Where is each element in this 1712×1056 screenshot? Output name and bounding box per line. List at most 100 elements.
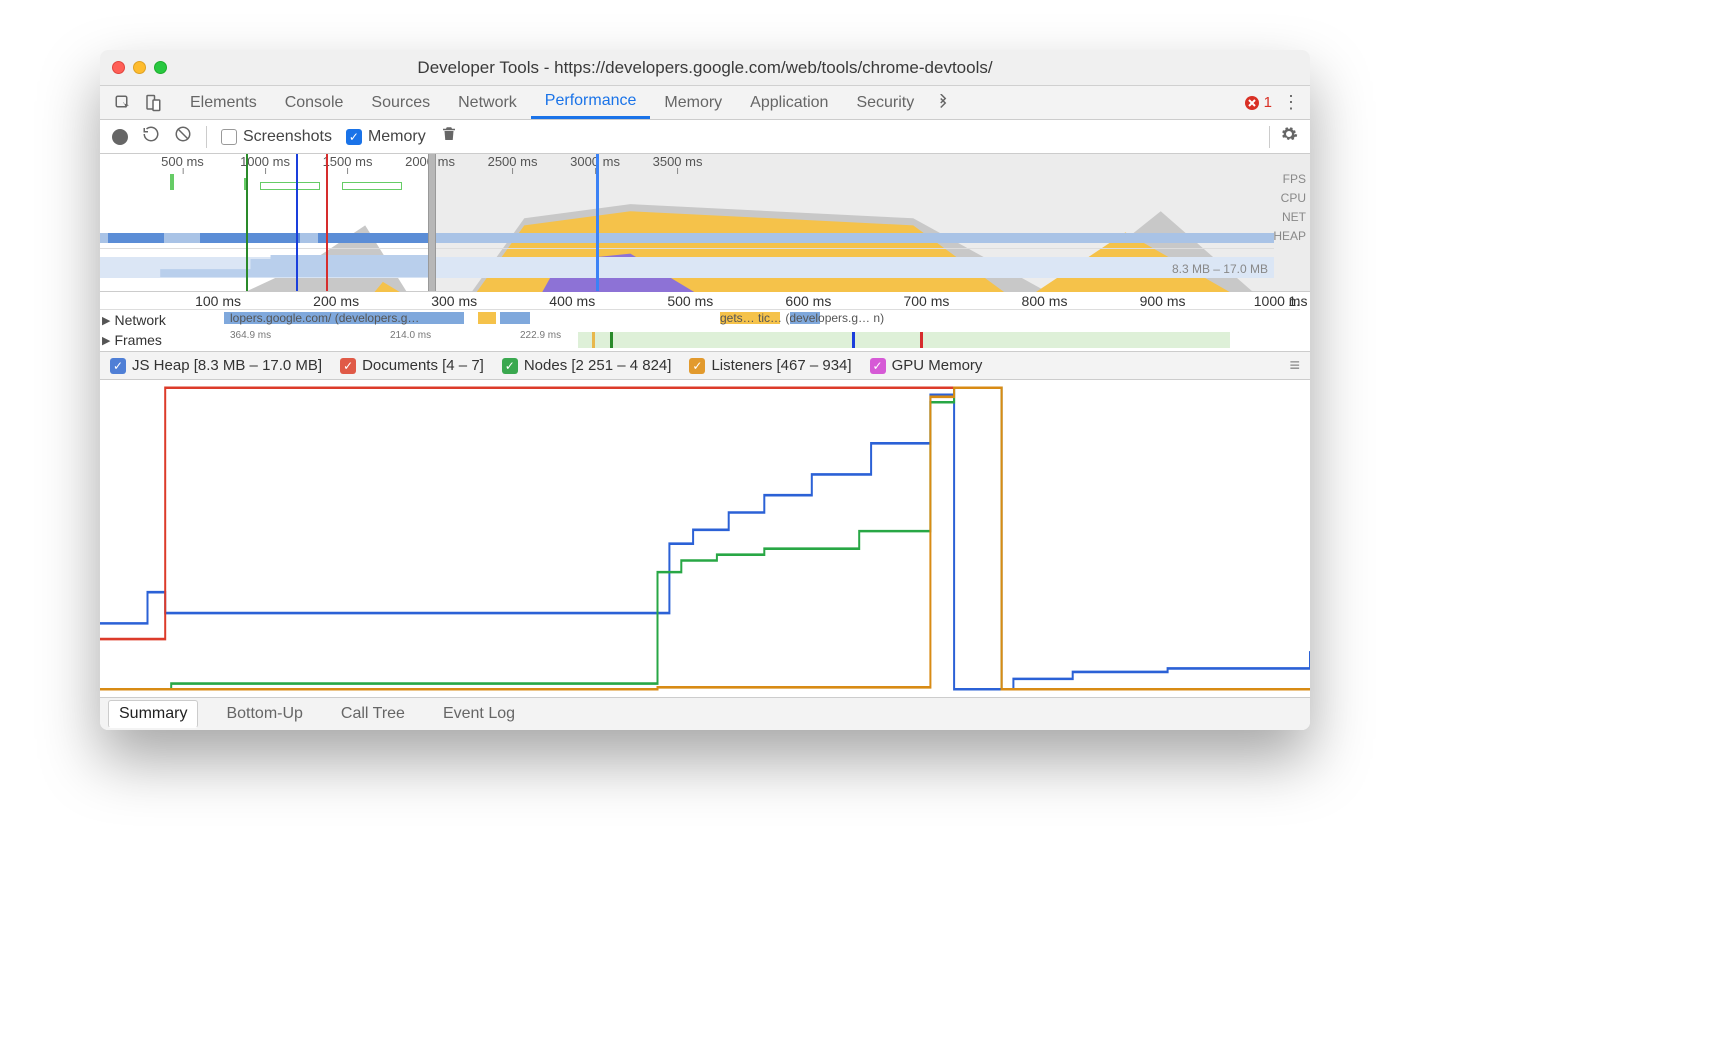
tab-label: Memory: [664, 94, 722, 112]
divider: [206, 126, 207, 148]
window-close-button[interactable]: [112, 61, 125, 74]
detail-tick: 500 ms: [667, 293, 713, 309]
overview-ruler: 500 ms1000 ms1500 ms2000 ms2500 ms3000 m…: [100, 154, 1274, 170]
tab-call-tree[interactable]: Call Tree: [331, 701, 415, 727]
detail-tick: 400 ms: [549, 293, 595, 309]
traffic-lights: [112, 61, 167, 74]
overview-marker-red: [326, 154, 328, 291]
screenshots-label: Screenshots: [243, 128, 332, 146]
btab-label: Event Log: [443, 705, 515, 722]
overview-row-labels: FPS CPU NET HEAP: [1273, 172, 1306, 243]
detail-tick: 800 ms: [1022, 293, 1068, 309]
frame-time: 364.9 ms: [230, 330, 271, 341]
details-tabs: Summary Bottom-Up Call Tree Event Log: [100, 698, 1310, 730]
tab-elements[interactable]: Elements: [176, 86, 271, 119]
checkbox-checked-icon: ✓: [346, 129, 362, 145]
clear-button[interactable]: [174, 125, 192, 148]
memory-series-line: [100, 388, 1310, 689]
tab-console[interactable]: Console: [271, 86, 358, 119]
frame-time: 222.9 ms: [520, 330, 561, 341]
tab-label: Console: [285, 94, 344, 112]
screenshots-toggle[interactable]: Screenshots: [221, 128, 332, 146]
window-zoom-button[interactable]: [154, 61, 167, 74]
tab-label: Application: [750, 94, 828, 112]
error-count-badge[interactable]: 1: [1244, 94, 1272, 111]
memory-toggle[interactable]: ✓ Memory: [346, 128, 426, 146]
record-button[interactable]: [112, 129, 128, 145]
tab-performance[interactable]: Performance: [531, 86, 651, 119]
flamechart-header[interactable]: 100 ms200 ms300 ms400 ms500 ms600 ms700 …: [100, 292, 1310, 352]
tab-event-log[interactable]: Event Log: [433, 701, 525, 727]
inspect-element-icon[interactable]: [114, 94, 132, 112]
overview-marker-green: [246, 154, 248, 291]
devtools-window: Developer Tools - https://developers.goo…: [100, 50, 1310, 730]
reload-record-button[interactable]: [142, 125, 160, 148]
overview-tick: 3500 ms: [653, 154, 703, 169]
memory-legend: JS Heap [8.3 MB – 17.0 MB] Documents [4 …: [100, 352, 1310, 380]
cpu-label: CPU: [1273, 191, 1306, 205]
frame-marker: [920, 332, 923, 348]
tab-label: Performance: [545, 92, 637, 110]
overview-tick: 1500 ms: [323, 154, 373, 169]
error-count: 1: [1264, 94, 1272, 111]
net-label: NET: [1273, 210, 1306, 224]
devtools-panels-tabbar: Elements Console Sources Network Perform…: [100, 86, 1310, 120]
legend-menu-icon[interactable]: ≡: [1289, 355, 1300, 376]
frames-good-region: [578, 332, 1230, 348]
detail-tick: 700 ms: [903, 293, 949, 309]
btab-label: Summary: [119, 705, 187, 722]
legend-label: Listeners [467 – 934]: [711, 357, 851, 374]
overview-tick: 500 ms: [161, 154, 204, 169]
tab-label: Security: [856, 94, 914, 112]
legend-documents[interactable]: Documents [4 – 7]: [340, 357, 484, 374]
tab-label: Sources: [371, 94, 430, 112]
memory-series-line: [100, 388, 1310, 689]
window-title: Developer Tools - https://developers.goo…: [100, 58, 1310, 78]
tab-memory[interactable]: Memory: [650, 86, 736, 119]
checkbox-unchecked-icon: [221, 129, 237, 145]
network-truncated-text: lopers.google.com/ (developers.g…: [230, 311, 419, 325]
tab-label: Elements: [190, 94, 257, 112]
tab-application[interactable]: Application: [736, 86, 842, 119]
net-row: [100, 230, 1274, 246]
overview-playhead[interactable]: [596, 154, 599, 291]
tab-bottom-up[interactable]: Bottom-Up: [216, 701, 312, 727]
window-minimize-button[interactable]: [133, 61, 146, 74]
network-track-header[interactable]: ▶Network lopers.google.com/ (developers.…: [100, 310, 1300, 330]
heap-range-text: 8.3 MB – 17.0 MB: [1172, 262, 1268, 276]
btab-label: Call Tree: [341, 705, 405, 722]
memory-series-line: [100, 388, 1310, 689]
detail-tick: 300 ms: [431, 293, 477, 309]
detail-tick: 600 ms: [785, 293, 831, 309]
frame-time: 214.0 ms: [390, 330, 431, 341]
tab-network[interactable]: Network: [444, 86, 531, 119]
heap-label: HEAP: [1273, 229, 1306, 243]
legend-js-heap[interactable]: JS Heap [8.3 MB – 17.0 MB]: [110, 357, 322, 374]
tab-summary[interactable]: Summary: [108, 700, 198, 728]
legend-label: Documents [4 – 7]: [362, 357, 484, 374]
tab-sources[interactable]: Sources: [357, 86, 444, 119]
overview-pane[interactable]: 500 ms1000 ms1500 ms2000 ms2500 ms3000 m…: [100, 154, 1310, 292]
detail-tick: 900 ms: [1140, 293, 1186, 309]
legend-gpu-memory[interactable]: GPU Memory: [870, 357, 983, 374]
frame-marker: [610, 332, 613, 348]
heap-row: 8.3 MB – 17.0 MB: [100, 248, 1274, 278]
more-tabs-icon[interactable]: [934, 94, 952, 112]
detail-ruler: 100 ms200 ms300 ms400 ms500 ms600 ms700 …: [100, 292, 1300, 310]
btab-label: Bottom-Up: [226, 705, 302, 722]
capture-settings-icon[interactable]: [1280, 125, 1298, 148]
memory-series-line: [100, 388, 1310, 689]
cpu-row: [100, 190, 1274, 228]
legend-nodes[interactable]: Nodes [2 251 – 4 824]: [502, 357, 672, 374]
fps-label: FPS: [1273, 172, 1306, 186]
memory-chart[interactable]: [100, 380, 1310, 698]
legend-listeners[interactable]: Listeners [467 – 934]: [689, 357, 851, 374]
device-toolbar-icon[interactable]: [144, 94, 162, 112]
overview-range-handle[interactable]: [428, 154, 436, 291]
legend-label: GPU Memory: [892, 357, 983, 374]
tab-security[interactable]: Security: [842, 86, 928, 119]
customize-devtools-icon[interactable]: ⋮: [1282, 92, 1300, 113]
memory-label: Memory: [368, 128, 426, 146]
detail-tick: 200 ms: [313, 293, 359, 309]
garbage-collect-button[interactable]: [440, 125, 458, 148]
